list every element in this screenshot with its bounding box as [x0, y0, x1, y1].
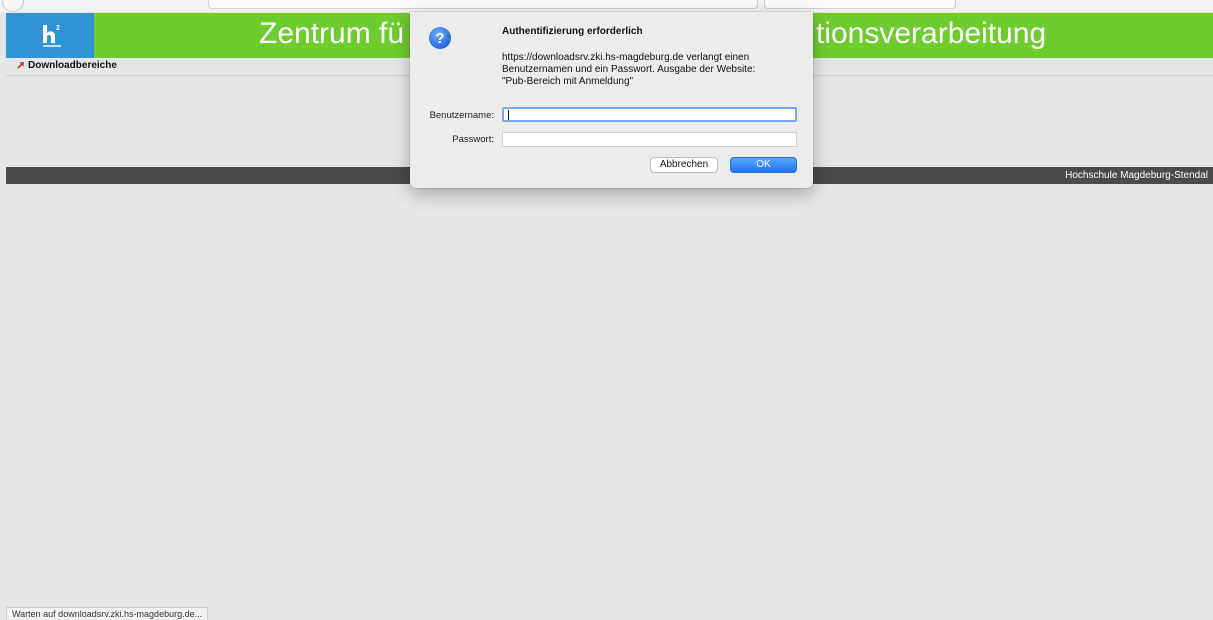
text-cursor — [508, 110, 509, 120]
nav-link-downloadbereiche[interactable]: Downloadbereiche — [28, 60, 117, 71]
username-field[interactable] — [502, 107, 797, 122]
cancel-button[interactable]: Abbrechen — [650, 157, 718, 173]
dialog-message-line: "Pub-Bereich mit Anmeldung" — [502, 76, 634, 87]
header-title-right: tionsverarbeitung — [816, 17, 1047, 50]
header-title-left: Zentrum fü — [259, 17, 405, 50]
auth-dialog: ? Authentifizierung erforderlich https:/… — [410, 12, 813, 188]
dialog-message-line: Benutzernamen und ein Passwort. Ausgabe … — [502, 64, 756, 75]
footer-text: Hochschule Magdeburg-Stendal — [1065, 170, 1208, 181]
browser-button[interactable] — [2, 0, 24, 12]
question-mark-icon: ? — [429, 27, 451, 49]
hochschule-logo-icon: 2 — [43, 25, 61, 47]
password-field[interactable] — [502, 132, 797, 147]
dialog-message-line: https://downloadsrv.zki.hs-magdeburg.de … — [502, 52, 750, 63]
browser-toolbar-strip — [0, 0, 1213, 12]
address-bar[interactable] — [208, 0, 758, 9]
logo[interactable]: 2 — [6, 13, 94, 58]
ok-button[interactable]: OK — [730, 157, 797, 173]
browser-search-field[interactable] — [764, 0, 956, 9]
username-label: Benutzername: — [429, 110, 494, 121]
svg-text:?: ? — [435, 30, 444, 47]
dialog-message: https://downloadsrv.zki.hs-magdeburg.de … — [502, 52, 802, 88]
svg-text:2: 2 — [56, 25, 60, 32]
arrow-up-right-icon — [17, 62, 24, 69]
password-label: Passwort: — [452, 134, 494, 145]
status-bar: Warten auf downloadsrv.zki.hs-magdeburg.… — [6, 607, 209, 620]
dialog-title: Authentifizierung erforderlich — [502, 26, 643, 37]
